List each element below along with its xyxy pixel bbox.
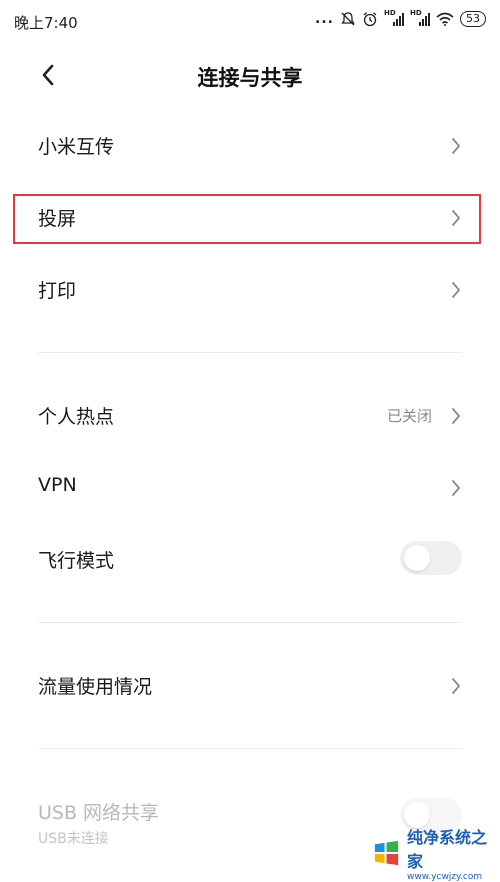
mute-icon [341, 12, 355, 26]
row-label: 流量使用情况 [38, 676, 153, 698]
alarm-icon [363, 12, 377, 27]
row-mi-transfer[interactable]: 小米互传 [0, 110, 500, 182]
row-print[interactable]: 打印 [0, 254, 500, 326]
row-data-usage[interactable]: 流量使用情况 [0, 650, 500, 722]
windows-logo-icon [374, 840, 399, 866]
chevron-right-icon [452, 138, 460, 154]
hotspot-status: 已关闭 [386, 407, 432, 425]
highlight-box [13, 194, 481, 244]
watermark: 纯净系统之家 www.ycwjzy.com [372, 824, 500, 882]
page-title: 连接与共享 [197, 66, 303, 90]
signal-icon: HD [384, 9, 404, 27]
row-label: 小米互传 [38, 136, 115, 158]
battery-icon: 53 [460, 11, 486, 27]
watermark-brand: 纯净系统之家 [407, 828, 488, 871]
row-label: 飞行模式 [38, 550, 115, 572]
chevron-right-icon [452, 480, 460, 496]
more-notifications-icon: ... [315, 11, 334, 27]
watermark-url: www.ycwjzy.com [407, 872, 483, 882]
section-divider [38, 352, 462, 353]
status-time: 晚上7:40 [14, 14, 78, 32]
section-divider [38, 622, 462, 623]
row-airplane-mode: 飞行模式 [0, 524, 500, 596]
row-label: VPN [38, 474, 77, 496]
wifi-icon [436, 12, 454, 26]
row-sublabel: USB未连接 [38, 831, 109, 847]
page-header: 连接与共享 [0, 44, 500, 108]
signal-icon: HD [410, 9, 430, 27]
chevron-right-icon [452, 678, 460, 694]
row-label: USB 网络共享 [38, 802, 160, 824]
row-hotspot[interactable]: 个人热点 已关闭 [0, 380, 500, 452]
chevron-right-icon [452, 408, 460, 424]
row-label: 打印 [38, 280, 77, 302]
row-vpn[interactable]: VPN [0, 452, 500, 524]
status-icons: ... HD HD 53 [315, 9, 486, 27]
airplane-mode-toggle[interactable] [400, 541, 462, 575]
toggle-knob [404, 545, 430, 571]
chevron-right-icon [452, 282, 460, 298]
status-bar: 晚上7:40 ... HD HD 53 [0, 0, 500, 44]
row-label: 个人热点 [38, 406, 115, 428]
section-divider [38, 748, 462, 749]
